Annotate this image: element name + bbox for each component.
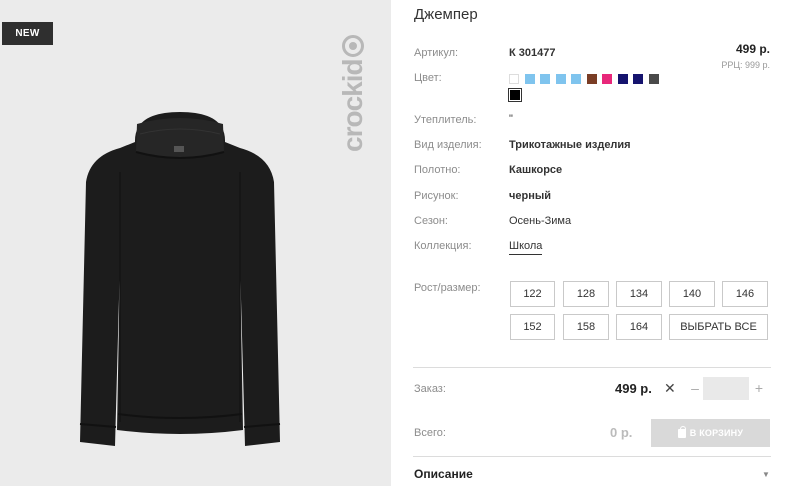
size-button-134[interactable]: 134 [616,281,662,307]
order-unit-price: 499 р. [615,381,652,396]
product-type-value: Трикотажные изделия [509,139,631,151]
collection-link[interactable]: Школа [509,240,543,255]
select-all-sizes-button[interactable]: ВЫБРАТЬ ВСЕ [669,314,768,340]
product-type-label: Вид изделия: [414,139,482,151]
color-swatch[interactable] [617,74,628,84]
size-button-164[interactable]: 164 [616,314,662,340]
turtleneck-garment-image [79,112,281,446]
shopping-bag-icon [677,425,686,438]
color-swatch[interactable] [571,74,581,84]
pattern-value: черный [509,190,552,202]
color-swatch[interactable] [540,74,550,84]
add-to-cart-label: В КОРЗИНУ [689,428,744,438]
season-label: Сезон: [414,215,448,227]
total-value: 0 р. [610,425,633,440]
multiply-icon: ✕ [664,380,676,396]
article-value: К 301477 [509,47,556,59]
fabric-value: Кашкорсе [509,164,563,176]
chevron-down-icon[interactable]: ▼ [762,470,770,479]
color-label: Цвет: [414,72,442,84]
quantity-input[interactable] [703,377,749,400]
product-price: 499 р. [735,42,770,56]
brand-circle-icon [342,35,364,58]
fabric-label: Полотно: [414,164,461,176]
recommended-retail-price: РРЦ: 999 р. [721,60,770,70]
color-swatch[interactable] [648,74,659,84]
description-toggle[interactable]: Описание [414,467,473,481]
order-label: Заказ: [414,383,446,395]
color-swatch[interactable] [509,74,519,84]
quantity-increase-button[interactable]: + [752,378,766,398]
brand-logo-text: crockid [337,59,368,152]
color-swatch[interactable] [508,88,522,102]
brand-logo: crockid [336,32,370,152]
new-badge: NEW [2,22,53,45]
season-value: Осень-Зима [509,215,572,227]
color-swatch[interactable] [633,74,643,84]
divider [413,367,771,368]
add-to-cart-button[interactable]: В КОРЗИНУ [651,419,770,447]
total-label: Всего: [414,427,446,439]
size-label: Рост/размер: [414,282,481,294]
size-button-128[interactable]: 128 [563,281,609,307]
insulation-value: " [509,113,513,125]
color-swatch[interactable] [524,74,535,84]
quantity-decrease-button[interactable]: – [688,378,702,398]
collection-label: Коллекция: [414,240,472,252]
product-title: Джемпер [414,6,478,23]
color-swatch[interactable] [602,74,612,84]
size-button-158[interactable]: 158 [563,314,609,340]
pattern-label: Рисунок: [414,190,459,202]
size-button-146[interactable]: 146 [722,281,768,307]
size-button-152[interactable]: 152 [510,314,555,340]
color-swatch[interactable] [586,74,597,84]
product-photo[interactable]: NEW crockid [0,0,391,486]
insulation-label: Утеплитель: [414,114,477,126]
article-label: Артикул: [414,47,459,59]
color-swatch[interactable] [555,74,566,84]
size-button-140[interactable]: 140 [669,281,715,307]
divider [413,456,771,457]
size-button-122[interactable]: 122 [510,281,555,307]
